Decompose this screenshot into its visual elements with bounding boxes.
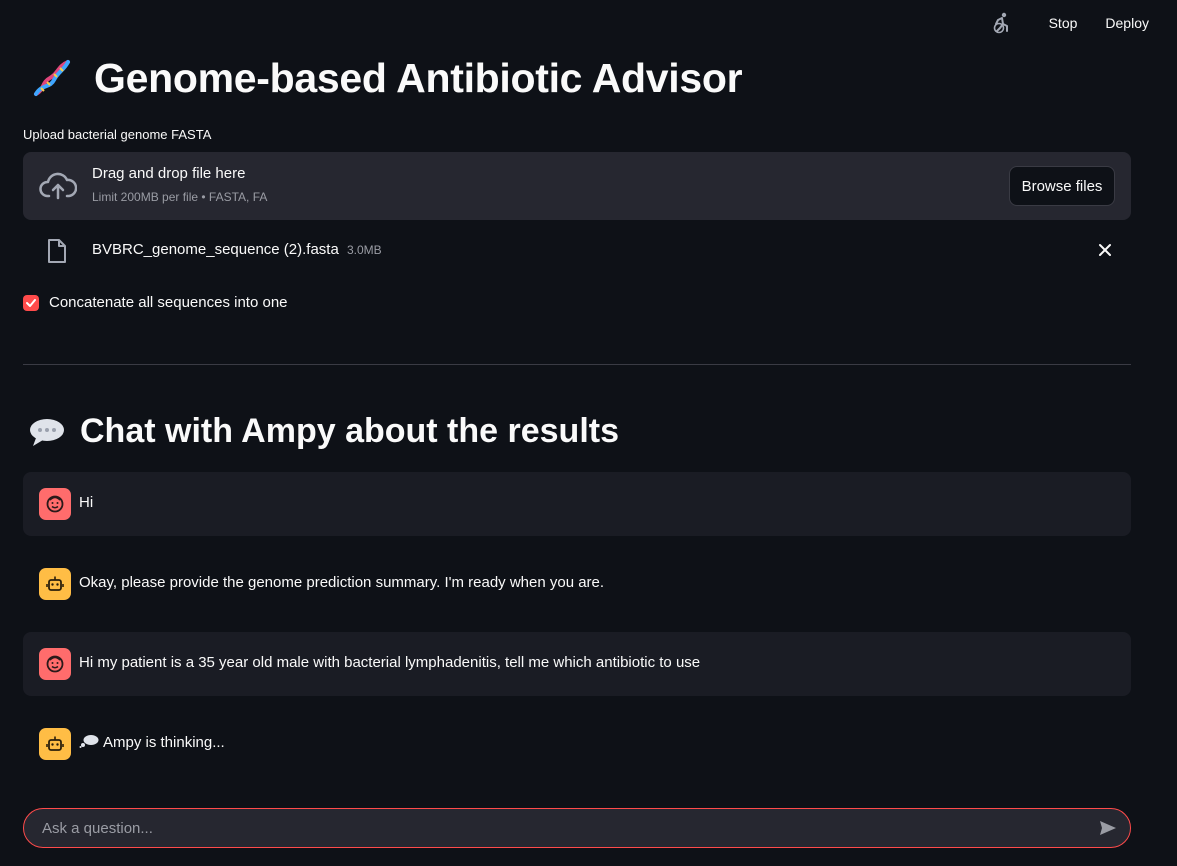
divider <box>23 364 1131 365</box>
chat-message-assistant: Okay, please provide the genome predicti… <box>23 552 1131 616</box>
cloud-upload-icon <box>39 172 77 200</box>
file-dropzone[interactable]: Drag and drop file here Limit 200MB per … <box>23 152 1131 220</box>
message-text-wrapper: Ampy is thinking... <box>79 734 225 751</box>
dna-icon <box>34 60 70 96</box>
close-icon[interactable] <box>1097 242 1113 258</box>
toolbar: Stop Deploy <box>0 0 1177 46</box>
message-text: Hi <box>79 494 94 511</box>
running-man-icon <box>991 12 1013 34</box>
stop-button[interactable]: Stop <box>1035 9 1092 37</box>
page-title: Genome-based Antibiotic Advisor <box>28 54 743 102</box>
speech-balloon-icon <box>30 418 64 446</box>
dropzone-title: Drag and drop file here <box>92 165 246 182</box>
chat-message-user: Hi my patient is a 35 year old male with… <box>23 632 1131 696</box>
uploaded-file: BVBRC_genome_sequence (2).fasta 3.0MB <box>23 232 1131 270</box>
bot-avatar-icon <box>39 568 71 600</box>
concatenate-checkbox[interactable] <box>23 294 39 311</box>
file-name: BVBRC_genome_sequence (2).fasta <box>92 241 339 258</box>
chat-input-box[interactable] <box>23 808 1131 848</box>
check-icon <box>26 298 36 307</box>
message-text: Hi my patient is a 35 year old male with… <box>79 654 701 671</box>
chat-message-user: Hi <box>23 472 1131 536</box>
message-text: Ampy is thinking... <box>103 734 225 751</box>
uploader-label: Upload bacterial genome FASTA <box>23 127 212 142</box>
deploy-button[interactable]: Deploy <box>1091 9 1163 37</box>
app-title: Genome-based Antibiotic Advisor <box>94 54 743 101</box>
chat-section-title: Chat with Ampy about the results <box>28 412 619 451</box>
message-text: Okay, please provide the genome predicti… <box>79 574 605 591</box>
file-icon <box>48 239 66 263</box>
bot-avatar-icon <box>39 728 71 760</box>
chat-message-assistant: Ampy is thinking... <box>23 712 1131 776</box>
chat-input[interactable] <box>40 809 1080 847</box>
concatenate-option[interactable]: Concatenate all sequences into one <box>23 294 288 311</box>
send-icon[interactable] <box>1098 818 1118 838</box>
file-size: 3.0MB <box>347 243 382 257</box>
user-avatar-icon <box>39 648 71 680</box>
user-avatar-icon <box>39 488 71 520</box>
thought-balloon-icon <box>79 735 99 748</box>
concatenate-label: Concatenate all sequences into one <box>49 294 288 311</box>
chat-title: Chat with Ampy about the results <box>80 412 620 450</box>
dropzone-limits: Limit 200MB per file • FASTA, FA <box>92 190 268 204</box>
browse-files-button[interactable]: Browse files <box>1009 166 1115 206</box>
